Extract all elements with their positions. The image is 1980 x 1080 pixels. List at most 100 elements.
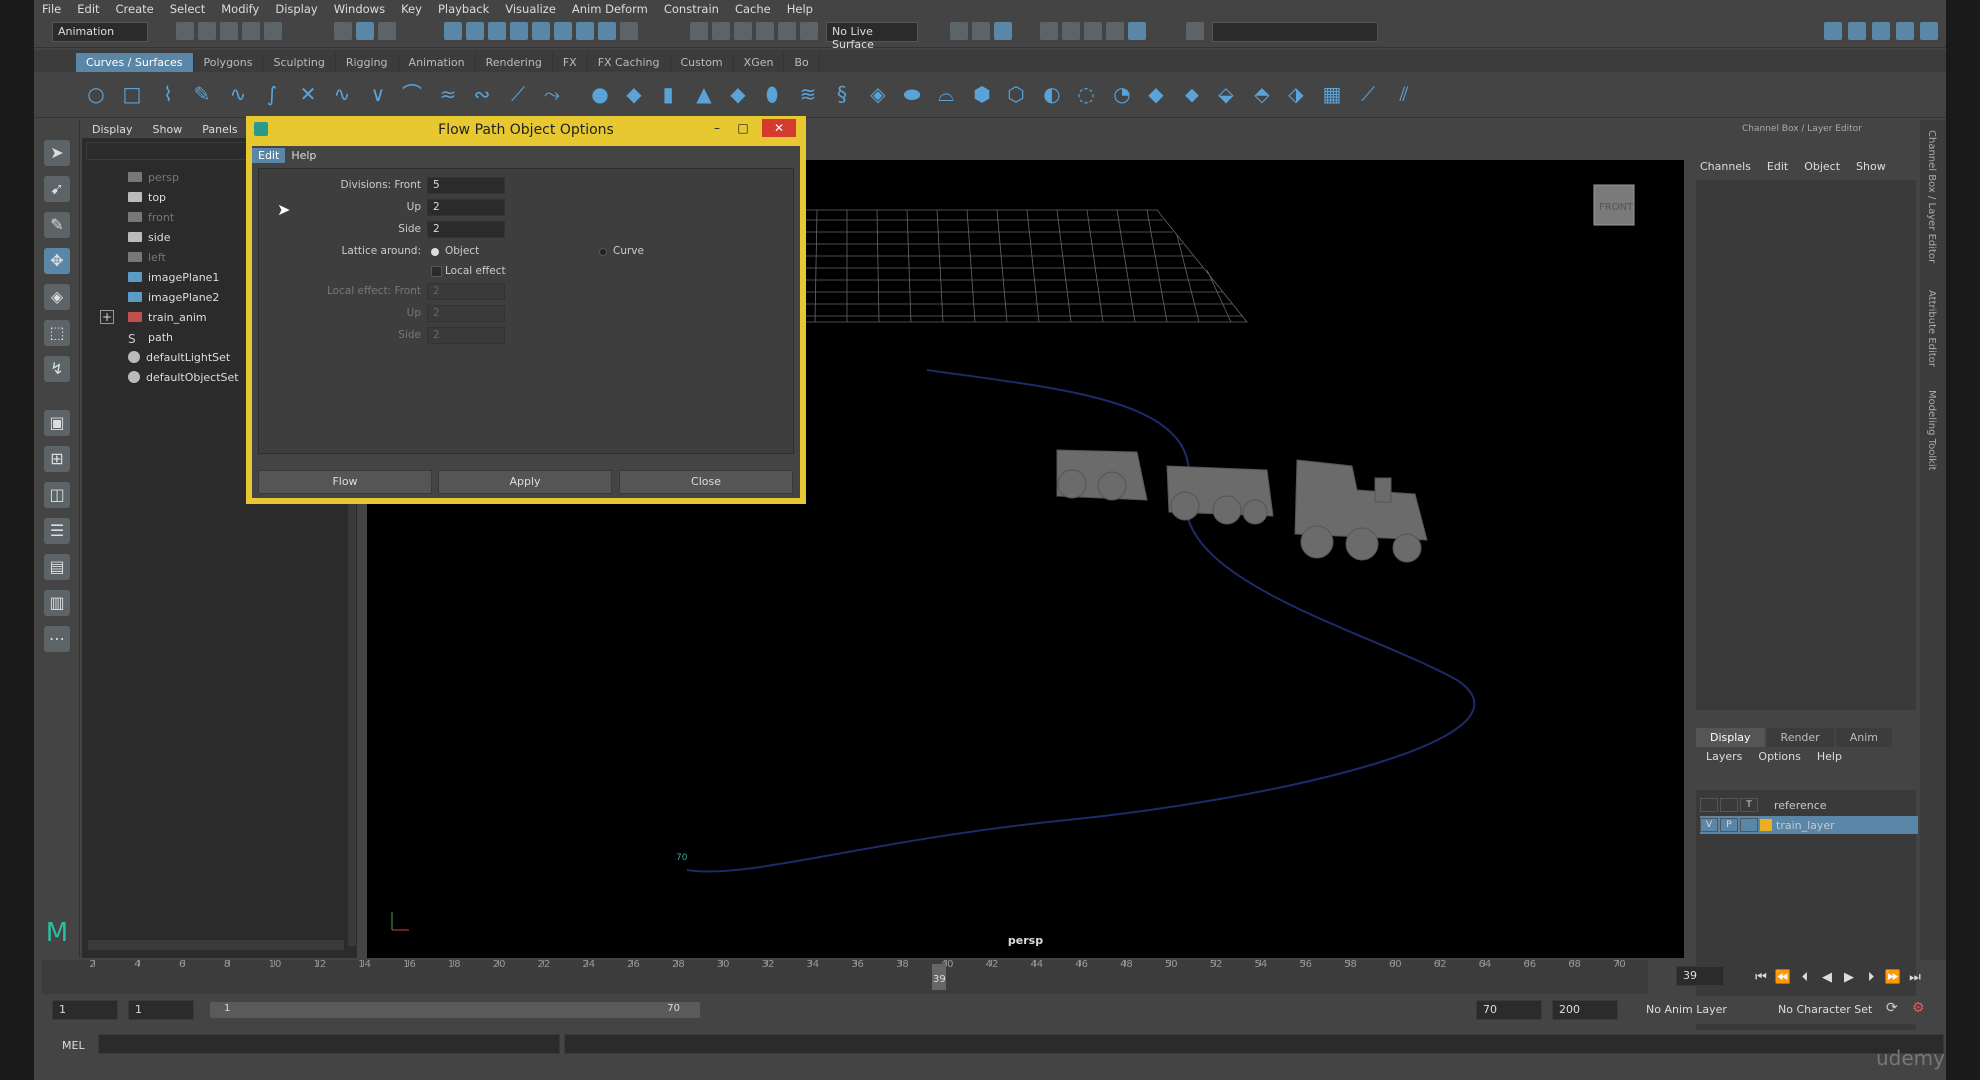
time-slider[interactable]: 2 4 6 8 10 12 14 16 18 20 22 24 26 28 30 32 34 36 38 40 42 44… xyxy=(42,959,1648,994)
outliner-hscrollbar[interactable] xyxy=(88,940,344,950)
trim-tool-icon[interactable]: ⬥ xyxy=(1180,82,1204,106)
play-forward-icon[interactable]: ▶ xyxy=(1838,970,1860,985)
single-view-icon[interactable]: ▣ xyxy=(44,410,70,436)
tab-display[interactable]: Display xyxy=(1696,728,1765,747)
workspace-icon-1[interactable] xyxy=(1824,22,1842,40)
rotate-tool-icon[interactable]: ◈ xyxy=(44,284,70,310)
bezier-curve-icon[interactable]: ∫ xyxy=(260,82,284,106)
workspace-icon-2[interactable] xyxy=(1848,22,1866,40)
outliner-menu-display[interactable]: Display xyxy=(82,123,143,136)
view-cube[interactable]: FRONT xyxy=(1593,184,1635,226)
ipr-render-icon[interactable] xyxy=(994,22,1012,40)
align-surface-icon[interactable]: ▦ xyxy=(1320,82,1344,106)
batch-render-icon[interactable] xyxy=(1084,22,1102,40)
menu-file[interactable]: File xyxy=(34,2,69,16)
square-surface-icon[interactable]: ⬡ xyxy=(1004,82,1028,106)
curve-attach-icon[interactable]: ∿ xyxy=(330,82,354,106)
paint-select-icon[interactable]: ✎ xyxy=(44,212,70,238)
nurbs-plane-icon[interactable]: ◆ xyxy=(726,82,750,106)
side-tab-modeling-toolkit[interactable]: Modeling Toolkit xyxy=(1926,390,1937,471)
mel-label[interactable]: MEL xyxy=(62,1039,85,1052)
lasso-tool-icon[interactable]: ➹ xyxy=(44,176,70,202)
menu-object[interactable]: Object xyxy=(1796,160,1848,173)
render-settings-icon[interactable] xyxy=(756,22,774,40)
anim-layer-dropdown[interactable]: No Anim Layer xyxy=(1646,1003,1727,1016)
tab-fx-caching[interactable]: FX Caching xyxy=(588,53,671,72)
curve-extend-icon[interactable]: ⤳ xyxy=(540,82,564,106)
render-frame-icon[interactable] xyxy=(1040,22,1058,40)
local-effect-checkbox[interactable] xyxy=(431,266,442,277)
outliner-item-defaultobjectset[interactable]: defaultObjectSet xyxy=(128,368,239,386)
boundary-icon[interactable]: ⬢ xyxy=(970,82,994,106)
outliner-item-side[interactable]: side xyxy=(128,228,171,246)
outliner-persp-icon[interactable]: ☰ xyxy=(44,518,70,544)
step-back-icon[interactable]: ⏪ xyxy=(1772,970,1794,985)
layout-more-icon[interactable]: ⋯ xyxy=(44,626,70,652)
render-globals-icon[interactable] xyxy=(1106,22,1124,40)
layer-row-reference[interactable]: T reference xyxy=(1700,796,1918,814)
workspace-icon-5[interactable] xyxy=(1920,22,1938,40)
tab-anim[interactable]: Anim xyxy=(1835,728,1892,747)
anim-start-field[interactable]: 1 xyxy=(52,1000,118,1020)
input-line-mode-icon[interactable] xyxy=(1186,22,1204,40)
tab-custom[interactable]: Custom xyxy=(671,53,734,72)
outliner-item-imageplane2[interactable]: imagePlane2 xyxy=(128,288,219,306)
graph-persp-icon[interactable]: ▤ xyxy=(44,554,70,580)
layer-color-swatch[interactable] xyxy=(1760,819,1772,831)
minimize-icon[interactable]: – xyxy=(706,119,728,137)
menu-visualize[interactable]: Visualize xyxy=(497,2,564,16)
outliner-item-train-anim[interactable]: + train_anim xyxy=(100,308,207,326)
lock-icon[interactable] xyxy=(598,22,616,40)
untrim-icon[interactable]: ⬙ xyxy=(1214,82,1238,106)
menu-create[interactable]: Create xyxy=(108,2,162,16)
character-set-dropdown[interactable]: No Character Set xyxy=(1778,1003,1872,1016)
tab-render[interactable]: Render xyxy=(1766,728,1834,747)
last-tool-icon[interactable]: ↯ xyxy=(44,356,70,382)
project-curve-icon[interactable]: ◔ xyxy=(1110,82,1134,106)
nurbs-cone-icon[interactable]: ▲ xyxy=(692,82,716,106)
tab-bo[interactable]: Bo xyxy=(784,53,820,72)
curve-intersect-icon[interactable]: ✕ xyxy=(296,82,320,106)
outliner-menu-show[interactable]: Show xyxy=(143,123,193,136)
layer-visibility-toggle[interactable] xyxy=(1700,798,1718,812)
save-scene-icon[interactable] xyxy=(220,22,238,40)
four-view-icon[interactable]: ⊞ xyxy=(44,446,70,472)
curve-radio[interactable] xyxy=(599,248,607,256)
expand-icon[interactable]: + xyxy=(100,310,114,324)
menu-display[interactable]: Display xyxy=(267,2,325,16)
extrude-icon[interactable]: ⬬ xyxy=(900,82,924,106)
sculpt-surface-icon[interactable]: ⟋ xyxy=(1356,82,1380,106)
tab-rendering[interactable]: Rendering xyxy=(476,53,553,72)
channel-box-body[interactable] xyxy=(1696,180,1916,710)
layer-type-toggle[interactable]: T xyxy=(1740,798,1758,812)
play-back-icon[interactable]: ◀ xyxy=(1816,970,1838,985)
workspace-icon-3[interactable] xyxy=(1872,22,1890,40)
curve-offset-icon[interactable]: ≈ xyxy=(436,82,460,106)
step-back-key-icon[interactable]: ⏴ xyxy=(1794,970,1816,985)
maximize-icon[interactable]: □ xyxy=(732,119,754,137)
command-input[interactable] xyxy=(98,1034,560,1054)
menu-key[interactable]: Key xyxy=(393,2,430,16)
pencil-curve-icon[interactable]: ✎ xyxy=(190,82,214,106)
menu-help[interactable]: Help xyxy=(779,2,821,16)
step-forward-icon[interactable]: ⏩ xyxy=(1882,970,1904,985)
tab-sculpting[interactable]: Sculpting xyxy=(263,53,336,72)
object-radio[interactable] xyxy=(431,248,439,256)
hypershade-persp-icon[interactable]: ▥ xyxy=(44,590,70,616)
render-view-icon[interactable] xyxy=(972,22,990,40)
outliner-item-front[interactable]: front xyxy=(128,208,174,226)
menu-edit[interactable]: Edit xyxy=(69,2,107,16)
outliner-item-imageplane1[interactable]: imagePlane1 xyxy=(128,268,219,286)
dialog-menu-edit[interactable]: Edit xyxy=(252,147,286,163)
construction-history-icon[interactable] xyxy=(690,22,708,40)
select-component-icon[interactable] xyxy=(378,22,396,40)
detach-surface-icon[interactable]: ⬗ xyxy=(1284,82,1308,106)
close-icon[interactable]: ✕ xyxy=(762,119,796,137)
ep-curve-icon[interactable]: ⌇ xyxy=(156,82,180,106)
bevel-icon[interactable]: ◐ xyxy=(1040,82,1064,106)
tab-polygons[interactable]: Polygons xyxy=(194,53,264,72)
fillet-icon[interactable]: ⫽ xyxy=(1392,82,1416,106)
side-tab-attribute-editor[interactable]: Attribute Editor xyxy=(1926,290,1937,367)
outliner-item-persp[interactable]: persp xyxy=(128,168,179,186)
menu-playback[interactable]: Playback xyxy=(430,2,497,16)
